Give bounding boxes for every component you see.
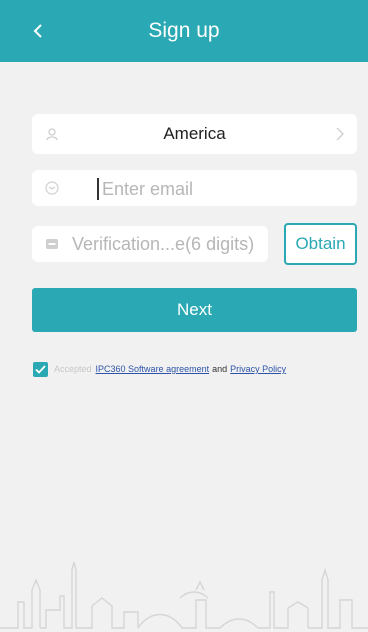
agreement-conjunction: and [212,364,228,374]
email-input[interactable] [102,178,342,200]
country-value: America [163,124,226,143]
next-button[interactable]: Next [32,288,357,332]
email-field-container [32,170,357,206]
verification-code-input[interactable] [72,233,268,255]
text-cursor [97,178,99,200]
country-selector[interactable]: America [32,114,357,154]
chevron-right-icon [333,126,347,142]
city-skyline-illustration [0,561,368,629]
agreement-row: Accepted IPC360 Software agreement and P… [33,359,368,379]
obtain-code-button[interactable]: Obtain [284,223,357,265]
agreement-checkbox[interactable] [33,361,48,377]
privacy-policy-link[interactable]: Privacy Policy [230,364,286,374]
checkmark-icon [35,364,46,374]
header-bar: Sign up [0,0,368,62]
code-icon [44,236,60,252]
envelope-icon [44,180,60,196]
code-field-container [32,226,268,262]
page-title: Sign up [148,19,220,42]
software-agreement-link[interactable]: IPC360 Software agreement [96,364,210,374]
agreement-prefix: Accepted [54,364,92,374]
